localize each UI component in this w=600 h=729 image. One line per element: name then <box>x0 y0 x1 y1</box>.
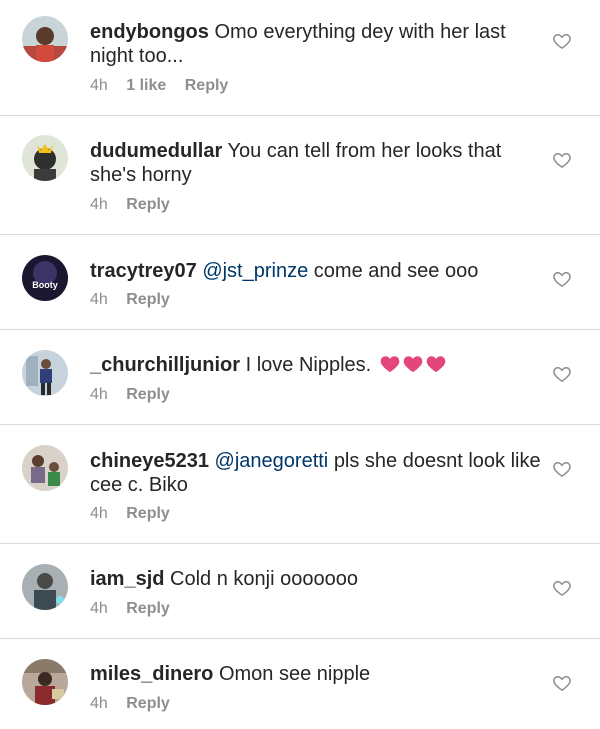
comment-username[interactable]: miles_dinero <box>90 663 213 685</box>
comment-username[interactable]: tracytrey07 <box>90 260 197 282</box>
comment-text: endybongos Omo everything dey with her l… <box>90 20 546 68</box>
heart-outline-icon[interactable] <box>552 673 572 693</box>
comment-meta: 4h Reply <box>90 385 184 405</box>
comment-username[interactable]: iam_sjd <box>90 568 164 590</box>
avatar-text: Booty <box>32 280 58 290</box>
comment-meta: 4h Reply <box>90 504 184 524</box>
heart-emoji-icon <box>403 355 423 373</box>
comment-text: chineye5231 @janegoretti pls she doesnt … <box>90 449 546 497</box>
avatar[interactable] <box>22 564 68 610</box>
separator <box>0 234 600 235</box>
comment-meta: 4h Reply <box>90 599 184 619</box>
comment-likes[interactable]: 1 like <box>126 77 166 94</box>
comment-time: 4h <box>90 196 108 213</box>
reply-button[interactable]: Reply <box>126 695 170 712</box>
reply-button[interactable]: Reply <box>126 600 170 617</box>
comment-username[interactable]: endybongos <box>90 21 209 43</box>
comment-text: miles_dinero Omon see nipple <box>90 662 546 686</box>
comment-text: tracytrey07 @jst_prinze come and see ooo <box>90 259 546 283</box>
reply-button[interactable]: Reply <box>126 291 170 308</box>
comment-username[interactable]: _churchilljunior <box>90 354 240 376</box>
comment-body: Omon see nipple <box>218 663 371 685</box>
heart-outline-icon[interactable] <box>552 578 572 598</box>
comment-text: dudumedullar You can tell from her looks… <box>90 139 546 187</box>
heart-outline-icon[interactable] <box>552 364 572 384</box>
avatar[interactable] <box>22 135 68 181</box>
comment-body: Cold n konji ooooooo <box>170 568 358 590</box>
comment-mention[interactable]: @jst_prinze <box>202 260 308 282</box>
comment-text: iam_sjd Cold n konji ooooooo <box>90 567 546 591</box>
heart-emoji-icon <box>426 355 446 373</box>
separator <box>0 543 600 544</box>
reply-button[interactable]: Reply <box>126 505 170 522</box>
avatar[interactable] <box>22 659 68 705</box>
comment-time: 4h <box>90 291 108 308</box>
separator <box>0 115 600 116</box>
comment-time: 4h <box>90 695 108 712</box>
comment-text: _churchilljunior I love Nipples. <box>90 353 546 377</box>
comment-meta: 4h 1 like Reply <box>90 76 242 96</box>
avatar[interactable] <box>22 350 68 396</box>
comment-body: come and see ooo <box>313 260 479 282</box>
comment-time: 4h <box>90 386 108 403</box>
reply-button[interactable]: Reply <box>126 196 170 213</box>
comment-body: I love Nipples. <box>245 354 372 376</box>
heart-outline-icon[interactable] <box>552 31 572 51</box>
avatar[interactable] <box>22 16 68 62</box>
comment-username[interactable]: dudumedullar <box>90 140 222 162</box>
reply-button[interactable]: Reply <box>126 386 170 403</box>
comment-meta: 4h Reply <box>90 290 184 310</box>
separator <box>0 424 600 425</box>
avatar[interactable] <box>22 445 68 491</box>
separator <box>0 638 600 639</box>
separator <box>0 329 600 330</box>
avatar[interactable]: Booty <box>22 255 68 301</box>
comment-meta: 4h Reply <box>90 694 184 714</box>
heart-outline-icon[interactable] <box>552 459 572 479</box>
heart-outline-icon[interactable] <box>552 269 572 289</box>
heart-emoji-icon <box>380 355 400 373</box>
heart-outline-icon[interactable] <box>552 150 572 170</box>
comment-time: 4h <box>90 505 108 522</box>
reply-button[interactable]: Reply <box>185 77 229 94</box>
comment-time: 4h <box>90 600 108 617</box>
comment-time: 4h <box>90 77 108 94</box>
comment-meta: 4h Reply <box>90 195 184 215</box>
comment-username[interactable]: chineye5231 <box>90 450 209 472</box>
comment-mention[interactable]: @janegoretti <box>215 450 329 472</box>
